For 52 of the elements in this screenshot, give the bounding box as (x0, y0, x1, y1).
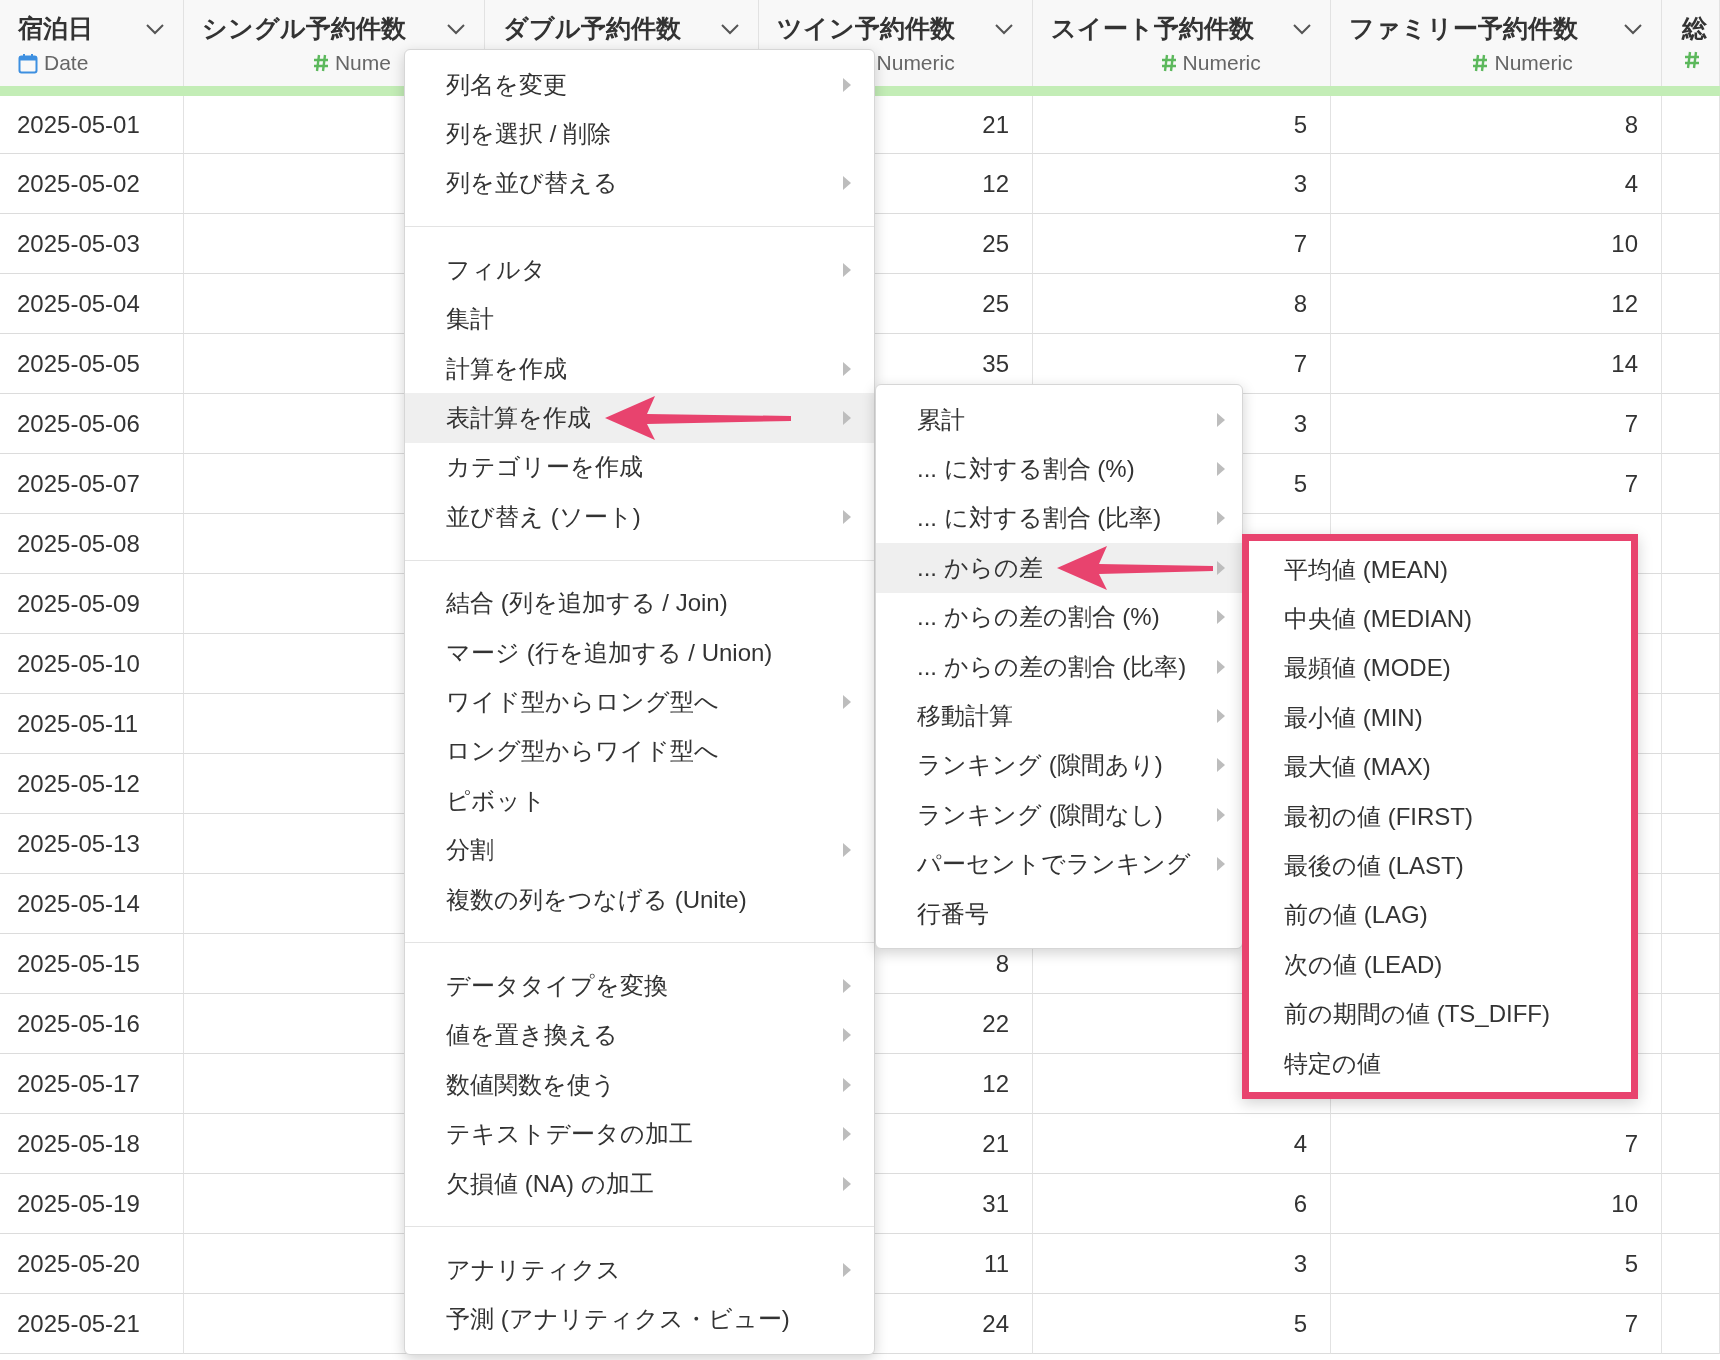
table-cell: 2025-05-17 (0, 1054, 184, 1114)
table-cell: 2025-05-09 (0, 574, 184, 634)
column-name: ファミリー予約件数 (1349, 13, 1578, 44)
table-cell: 2025-05-20 (0, 1234, 184, 1294)
table-cell: 2025-05-04 (0, 274, 184, 334)
table-cell: 5 (1033, 1294, 1331, 1354)
column-type: Date (44, 51, 89, 75)
table-cell: 2025-05-07 (0, 454, 184, 514)
table-cell: 2025-05-21 (0, 1294, 184, 1354)
column-name: 宿泊日 (18, 13, 93, 44)
table-cell: 2025-05-11 (0, 694, 184, 754)
table-cell: 10 (1331, 214, 1662, 274)
table-cell: 2025-05-12 (0, 754, 184, 814)
table-cell: 12 (1331, 274, 1662, 334)
column-name: シングル予約件数 (202, 13, 406, 44)
table-cell: 2025-05-06 (0, 394, 184, 454)
table-cell: 14 (1331, 334, 1662, 394)
table-cell: 7 (1033, 214, 1331, 274)
column-type: Numeric (1182, 51, 1261, 75)
table-cell: 2025-05-02 (0, 154, 184, 214)
table-cell: 2025-05-13 (0, 814, 184, 874)
table-cell: 4 (1331, 154, 1662, 214)
table-cell: 6 (1033, 1174, 1331, 1234)
table-cell: 2025-05-01 (0, 96, 184, 154)
table-cell: 5 (1331, 1234, 1662, 1294)
table-cell: 2025-05-15 (0, 934, 184, 994)
table-cell: 2025-05-10 (0, 634, 184, 694)
column-name: ダブル予約件数 (503, 13, 681, 44)
table-cell: 2025-05-03 (0, 214, 184, 274)
table-cell: 8 (1331, 96, 1662, 154)
table-cell: 7 (1331, 454, 1662, 514)
column-name: 総 (1682, 13, 1707, 44)
column-type: Numeric (876, 51, 955, 75)
column-name: ツイン予約件数 (777, 13, 955, 44)
column-type: Numeric (1494, 51, 1573, 75)
table-cell: 3 (1033, 1234, 1331, 1294)
table-cell: 7 (1331, 1114, 1662, 1174)
table-cell: 2025-05-18 (0, 1114, 184, 1174)
table-cell: 7 (1331, 394, 1662, 454)
table-cell: 2025-05-14 (0, 874, 184, 934)
table-cell: 7 (1331, 1294, 1662, 1354)
table-cell: 2025-05-08 (0, 514, 184, 574)
table-cell: 2025-05-05 (0, 334, 184, 394)
table-cell: 2025-05-19 (0, 1174, 184, 1234)
column-type: Nume (334, 51, 391, 75)
table-cell: 8 (1033, 274, 1331, 334)
table-cell: 4 (1033, 1114, 1331, 1174)
table-cell: 5 (1033, 96, 1331, 154)
table-cell: 2025-05-16 (0, 994, 184, 1054)
table-cell: 3 (1033, 154, 1331, 214)
column-name: スイート予約件数 (1051, 13, 1254, 44)
table-cell: 10 (1331, 1174, 1662, 1234)
